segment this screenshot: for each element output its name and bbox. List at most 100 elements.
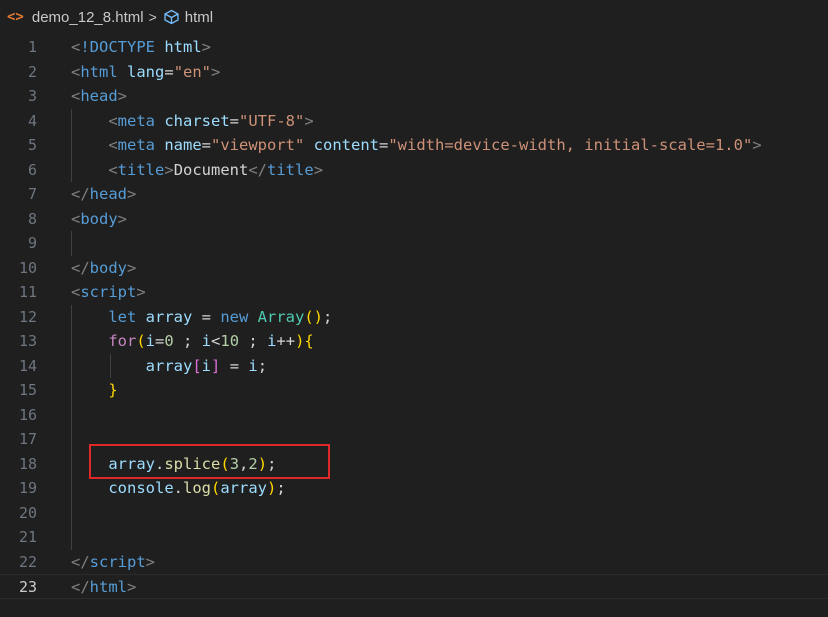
code-token: ; [173, 332, 202, 350]
code-token: > [164, 160, 174, 179]
code-token: ( [136, 332, 146, 350]
code-token: ; [276, 479, 286, 497]
code-token: ; [257, 356, 268, 375]
code-line[interactable]: 19 console.log(array); [0, 476, 828, 501]
code-line[interactable]: 22 </script> [0, 550, 828, 575]
code-token: Array [257, 307, 305, 326]
line-number: 10 [18, 258, 37, 277]
code-token: ++ [276, 332, 296, 350]
code-token: = [155, 332, 165, 350]
code-token: > [752, 136, 762, 154]
code-token: = [220, 356, 249, 375]
code-token: > [127, 185, 137, 203]
code-line[interactable]: 11 <script> [0, 280, 828, 305]
line-number: 8 [27, 209, 37, 228]
code-line[interactable]: 15 } [0, 378, 828, 403]
code-token: </ [71, 185, 90, 203]
code-text: <head> [71, 84, 127, 109]
code-line[interactable]: 9 [0, 231, 828, 256]
code-token: 0 [164, 332, 174, 350]
code-token: </ [71, 552, 90, 571]
code-token: < [211, 332, 221, 350]
code-token: for [108, 332, 137, 350]
code-line[interactable]: 6 <title>Document</title> [0, 158, 828, 183]
code-editor[interactable]: 1 <!DOCTYPE html> 2 <html lang="en"> 3 <head>… [0, 35, 828, 617]
code-token: < [71, 62, 81, 81]
code-text: <html lang="en"> [71, 60, 220, 85]
code-token: title [117, 160, 165, 179]
code-text: </body> [71, 256, 136, 281]
code-token: i [248, 356, 258, 375]
code-token: html [80, 62, 128, 81]
breadcrumb-file-name[interactable]: demo_12_8.html [32, 9, 144, 26]
code-token: > [136, 283, 146, 301]
code-token: i [201, 356, 212, 375]
code-token: array [145, 307, 202, 326]
code-token: "UTF-8" [239, 111, 305, 130]
code-token: head [89, 185, 127, 203]
breadcrumb-element-name[interactable]: html [185, 9, 213, 26]
code-token: < [71, 283, 81, 301]
code-token: </ [248, 160, 268, 179]
code-text: for(i=0 ; i<10 ; i++){ [71, 329, 314, 354]
code-line[interactable]: 14 array[i] = i; [0, 354, 828, 379]
code-token: = [379, 136, 389, 154]
code-token: > [201, 38, 212, 56]
code-line[interactable]: 13 for(i=0 ; i<10 ; i++){ [0, 329, 828, 354]
code-line[interactable]: 3 <head> [0, 84, 828, 109]
code-text: </html> [71, 575, 136, 600]
code-token: !DOCTYPE [80, 38, 165, 56]
code-token: ] [211, 356, 221, 375]
line-number: 13 [18, 332, 37, 350]
html-file-icon: <> [7, 9, 24, 25]
code-line[interactable]: 2 <html lang="en"> [0, 60, 828, 85]
code-line[interactable]: 4 <meta charset="UTF-8"> [0, 109, 828, 134]
code-text: <meta name="viewport" content="width=dev… [71, 133, 762, 158]
code-token: i [201, 332, 212, 350]
code-token: 10 [220, 332, 240, 350]
code-line[interactable]: 1 <!DOCTYPE html> [0, 35, 828, 60]
code-line[interactable]: 8 <body> [0, 207, 828, 232]
line-number: 23 [18, 578, 37, 596]
code-token: html [164, 38, 202, 56]
code-line[interactable]: 12 let array = new Array(); [0, 305, 828, 330]
line-number: 12 [18, 307, 37, 326]
code-token: lang [127, 62, 165, 81]
code-token: array [220, 479, 268, 497]
code-line[interactable]: 5 <meta name="viewport" content="width=d… [0, 133, 828, 158]
breadcrumb: <> demo_12_8.html > html [0, 0, 828, 34]
line-number: 5 [27, 136, 37, 154]
code-line[interactable]: 20 [0, 501, 828, 526]
line-number: 22 [18, 552, 37, 571]
indent-guide [110, 353, 111, 378]
code-token: charset [164, 111, 230, 130]
code-line[interactable]: 10 </body> [0, 256, 828, 281]
code-token: new [220, 307, 258, 326]
code-token: < [71, 209, 81, 228]
code-line[interactable]: 21 [0, 525, 828, 550]
indent-guide [71, 108, 72, 182]
code-token: > [145, 552, 156, 571]
line-number: 18 [18, 454, 37, 473]
code-token: ( [211, 479, 221, 497]
code-line[interactable]: 23 </html> [0, 574, 828, 599]
code-token: < [108, 111, 118, 130]
code-line[interactable]: 7 </head> [0, 182, 828, 207]
code-token: { [304, 332, 314, 350]
code-token: i [145, 332, 156, 350]
line-number: 16 [18, 405, 37, 424]
symbol-element-icon [163, 9, 180, 25]
code-line[interactable]: 16 [0, 403, 828, 428]
highlight-box [89, 444, 330, 479]
line-number: 11 [18, 283, 37, 301]
code-text: <title>Document</title> [71, 158, 323, 183]
code-token: ; [323, 307, 333, 326]
code-token: > [127, 578, 137, 596]
code-token: title [267, 160, 314, 179]
code-token: body [80, 209, 118, 228]
